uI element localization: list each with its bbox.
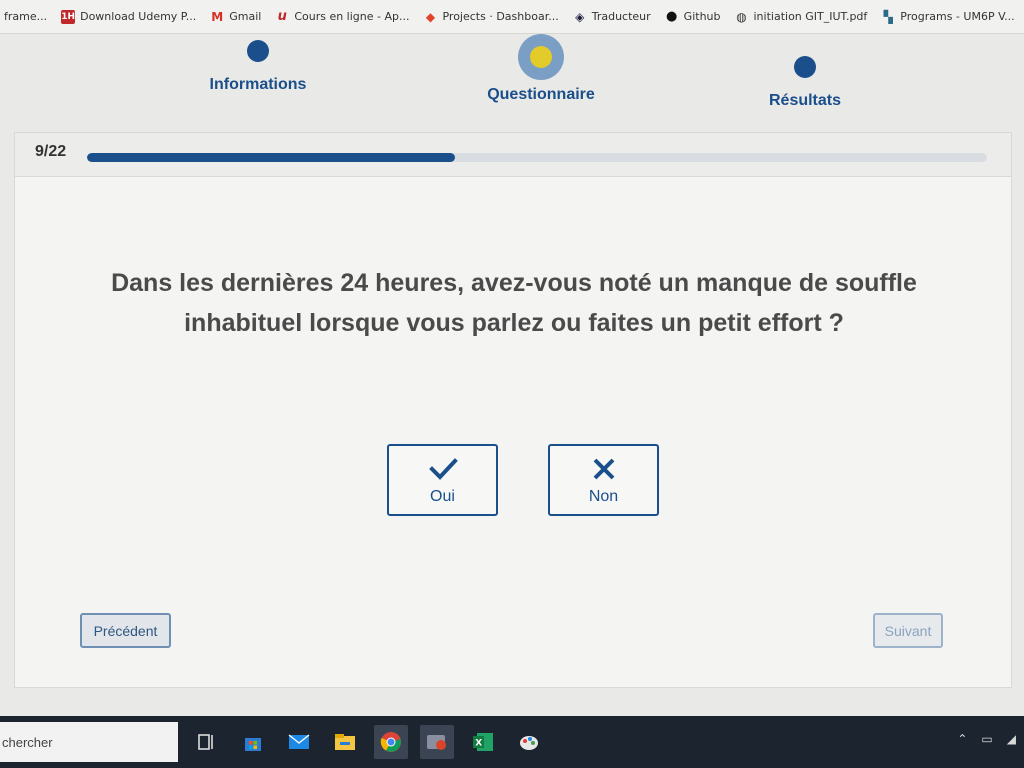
taskbar-apps: X — [190, 725, 546, 759]
bookmarks-bar: frame... 1H Download Udemy P... M Gmail … — [0, 0, 1024, 34]
step-resultats: Résultats — [705, 56, 905, 110]
progress-header: 9/22 — [15, 133, 1011, 177]
question-counter: 9/22 — [35, 143, 67, 160]
network-icon[interactable]: ◢ — [1007, 732, 1016, 746]
question-text: Dans les dernières 24 heures, avez-vous … — [111, 269, 917, 337]
github-icon: ● — [666, 9, 678, 24]
step-dot — [247, 40, 269, 62]
paint-icon[interactable] — [512, 725, 546, 759]
step-dot — [794, 56, 816, 78]
step-label: Informations — [209, 76, 307, 93]
bookmark-github[interactable]: ● Github — [665, 9, 721, 24]
bookmark-programs[interactable]: ▚ Programs - UM6P V... — [881, 9, 1015, 24]
app-icon[interactable] — [420, 725, 454, 759]
previous-button[interactable]: Précédent — [80, 613, 171, 648]
answer-yes-label: Oui — [430, 488, 455, 505]
bookmark-udemy-download[interactable]: 1H Download Udemy P... — [61, 9, 197, 24]
bookmark-label: Traducteur — [591, 10, 651, 23]
globe-icon: ◍ — [736, 9, 747, 24]
svg-text:X: X — [475, 739, 482, 749]
progress-stepper: Informations Questionnaire Résultats — [0, 34, 1024, 126]
task-view-icon[interactable] — [190, 725, 224, 759]
bookmark-cours[interactable]: u Cours en ligne - Ap... — [275, 9, 410, 24]
step-informations: Informations — [158, 40, 358, 94]
udemy-icon: u — [277, 9, 287, 24]
gitlab-icon: ◆ — [425, 9, 436, 24]
answer-no-label: Non — [588, 488, 619, 505]
chevron-up-icon[interactable]: ⌃ — [957, 732, 967, 746]
step-label: Résultats — [768, 92, 842, 109]
bookmark-label: initiation GIT_IUT.pdf — [753, 10, 868, 23]
progress-bar — [87, 153, 987, 162]
next-button[interactable]: Suivant — [873, 613, 943, 648]
step-dot-active — [518, 34, 564, 80]
windows-taskbar: chercher X ⌃ ▭ ◢ — [0, 716, 1024, 768]
store-icon[interactable] — [236, 725, 270, 759]
bookmark-frame[interactable]: frame... — [4, 10, 47, 23]
question-card: 9/22 Dans les dernières 24 heures, avez-… — [14, 132, 1012, 688]
file-explorer-icon[interactable] — [328, 725, 362, 759]
1h-icon: 1H — [61, 9, 76, 24]
battery-icon[interactable]: ▭ — [981, 732, 992, 746]
bookmark-gmail[interactable]: M Gmail — [210, 10, 261, 24]
progress-bar-fill — [87, 153, 456, 162]
bookmark-label: Projects · Dashboar... — [442, 10, 559, 23]
answer-yes-button[interactable]: Oui — [387, 444, 498, 516]
bookmark-label: Download Udemy P... — [80, 10, 197, 23]
programs-icon: ▚ — [883, 9, 893, 24]
bookmark-initiation-git[interactable]: ◍ initiation GIT_IUT.pdf — [735, 9, 868, 24]
bookmark-label: Github — [683, 10, 721, 23]
mail-icon[interactable] — [282, 725, 316, 759]
taskbar-search-input[interactable]: chercher — [0, 722, 178, 762]
bookmark-label: Gmail — [229, 10, 262, 23]
system-tray: ⌃ ▭ ◢ — [957, 732, 1016, 746]
bookmark-label: frame... — [4, 10, 48, 23]
translator-icon: ◈ — [575, 9, 585, 24]
answer-no-button[interactable]: Non — [548, 444, 659, 516]
checkmark-icon — [428, 458, 458, 480]
gmail-icon: M — [211, 9, 224, 24]
bookmark-label: Programs - UM6P V... — [900, 10, 1015, 23]
chrome-icon[interactable] — [374, 725, 408, 759]
bookmark-traducteur[interactable]: ◈ Traducteur — [573, 10, 651, 24]
bookmark-projects[interactable]: ◆ Projects · Dashboar... — [423, 9, 559, 24]
step-questionnaire: Questionnaire — [441, 34, 641, 104]
step-label: Questionnaire — [487, 86, 595, 103]
x-icon — [593, 458, 614, 480]
excel-icon[interactable]: X — [466, 725, 500, 759]
bookmark-label: Cours en ligne - Ap... — [294, 10, 410, 23]
